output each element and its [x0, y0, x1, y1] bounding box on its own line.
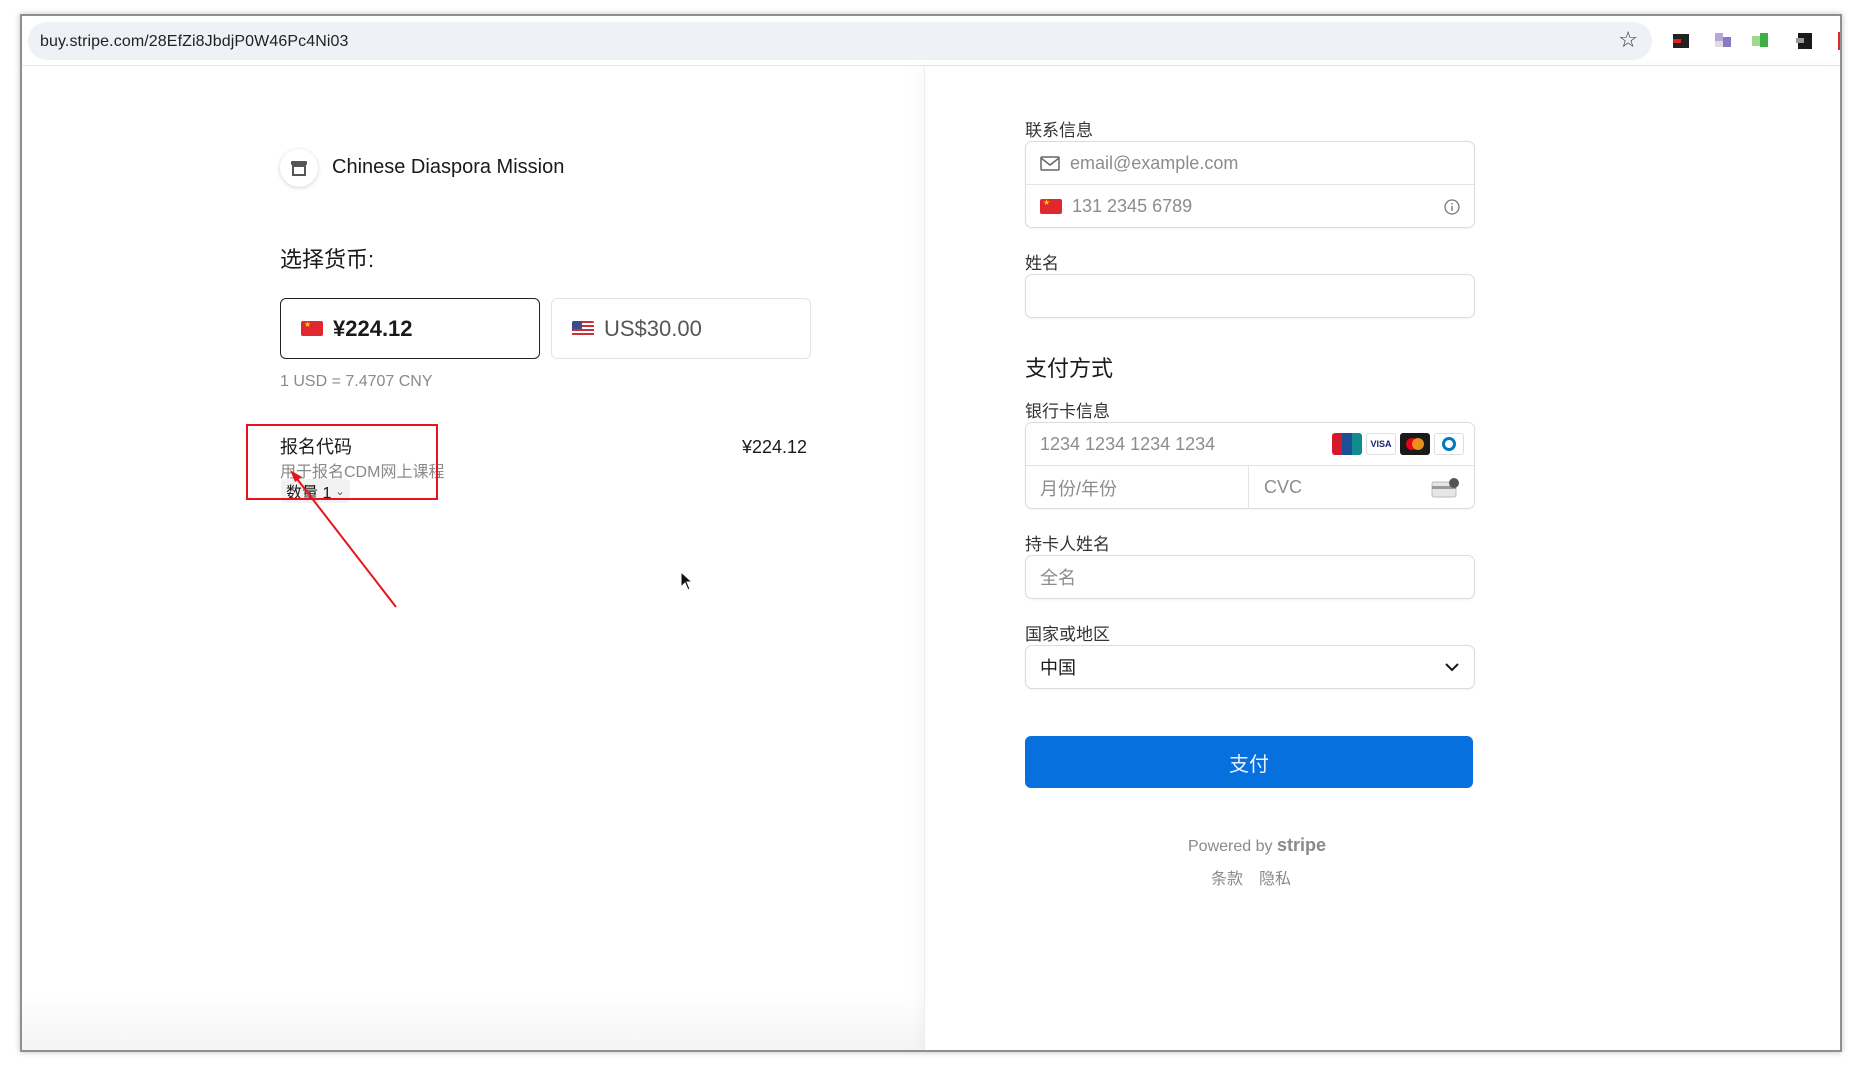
- contact-fields: email@example.com 131 2345 6789: [1025, 141, 1475, 228]
- card-fields: 1234 1234 1234 1234 VISA 月份/年份 CVC: [1025, 422, 1475, 509]
- privacy-link[interactable]: 隐私: [1259, 865, 1291, 889]
- pay-button[interactable]: 支付: [1025, 736, 1473, 788]
- contact-label: 联系信息: [1025, 121, 1093, 140]
- extension-icon[interactable]: [1712, 30, 1734, 52]
- bookmark-star-icon[interactable]: ☆: [1618, 29, 1638, 51]
- card-number-placeholder: 1234 1234 1234 1234: [1040, 433, 1216, 454]
- line-item-price: ¥224.12: [742, 437, 808, 457]
- stripe-logo: stripe: [1276, 835, 1326, 855]
- merchant-name: Chinese Diaspora Mission: [332, 156, 565, 178]
- email-placeholder: email@example.com: [1070, 152, 1239, 173]
- powered-by-text: Powered by: [1188, 838, 1273, 855]
- terms-link[interactable]: 条款: [1211, 865, 1243, 889]
- store-icon: [291, 161, 307, 176]
- cvc-card-icon: [1431, 477, 1459, 497]
- extension-icon[interactable]: [1834, 30, 1842, 52]
- currency-option-label: US$30.00: [604, 315, 702, 341]
- browser-window: buy.stripe.com/28EfZi8JbdjP0W46Pc4Ni03 ☆…: [20, 14, 1842, 1052]
- merchant-logo[interactable]: [280, 149, 318, 187]
- phone-field[interactable]: 131 2345 6789: [1026, 185, 1474, 228]
- cardholder-label: 持卡人姓名: [1025, 535, 1110, 554]
- cardholder-placeholder: 全名: [1040, 568, 1076, 588]
- envelope-icon: [1040, 155, 1060, 171]
- expiry-placeholder: 月份/年份: [1040, 478, 1118, 499]
- name-input[interactable]: [1025, 274, 1475, 318]
- china-flag-icon: [301, 321, 323, 336]
- chevron-down-icon: [1445, 663, 1459, 672]
- annotation-arrow: [290, 470, 397, 608]
- currency-option-label: ¥224.12: [333, 315, 413, 341]
- extension-icon[interactable]: [1750, 30, 1772, 52]
- currency-option-cny[interactable]: ¥224.12: [280, 298, 540, 359]
- visa-icon: VISA: [1366, 433, 1396, 455]
- phone-placeholder: 131 2345 6789: [1072, 196, 1193, 216]
- address-bar[interactable]: buy.stripe.com/28EfZi8JbdjP0W46Pc4Ni03 ☆: [28, 22, 1652, 60]
- info-icon[interactable]: [1444, 198, 1460, 215]
- name-label: 姓名: [1025, 254, 1059, 273]
- unionpay-icon: [1332, 433, 1362, 455]
- diners-club-icon: [1434, 433, 1464, 455]
- us-flag-icon: [572, 321, 594, 336]
- currency-option-usd[interactable]: US$30.00: [551, 298, 811, 359]
- card-number-input[interactable]: 1234 1234 1234 1234 VISA: [1026, 423, 1474, 465]
- card-info-label: 银行卡信息: [1025, 402, 1110, 421]
- payment-method-heading: 支付方式: [1025, 356, 1114, 381]
- currency-heading: 选择货币:: [280, 247, 375, 272]
- url-text[interactable]: buy.stripe.com/28EfZi8JbdjP0W46Pc4Ni03: [40, 33, 349, 51]
- email-field[interactable]: email@example.com: [1026, 142, 1474, 184]
- annotation-highlight-box: [246, 424, 438, 500]
- pane-fade: [22, 994, 924, 1050]
- extension-icon[interactable]: [1794, 30, 1816, 52]
- powered-by-stripe[interactable]: Powered by stripe: [1188, 835, 1326, 856]
- country-label: 国家或地区: [1025, 625, 1110, 644]
- cardholder-input[interactable]: 全名: [1025, 555, 1475, 599]
- expiry-input[interactable]: 月份/年份: [1026, 466, 1249, 509]
- china-flag-icon: [1040, 199, 1062, 214]
- country-select[interactable]: 中国: [1025, 645, 1475, 689]
- payment-form-pane: 联系信息 email@example.com 131 2345 6789: [924, 67, 1840, 1050]
- order-summary-pane: Chinese Diaspora Mission 选择货币: ¥224.12 U…: [22, 67, 924, 1050]
- browser-toolbar: buy.stripe.com/28EfZi8JbdjP0W46Pc4Ni03 ☆: [22, 16, 1840, 66]
- exchange-rate: 1 USD = 7.4707 CNY: [280, 373, 433, 390]
- extension-icon[interactable]: [1670, 30, 1692, 52]
- mastercard-icon: [1400, 433, 1430, 455]
- cvc-input[interactable]: CVC: [1250, 466, 1475, 509]
- cvc-placeholder: CVC: [1264, 477, 1303, 497]
- mouse-cursor-icon: [680, 571, 694, 591]
- country-value: 中国: [1040, 658, 1076, 678]
